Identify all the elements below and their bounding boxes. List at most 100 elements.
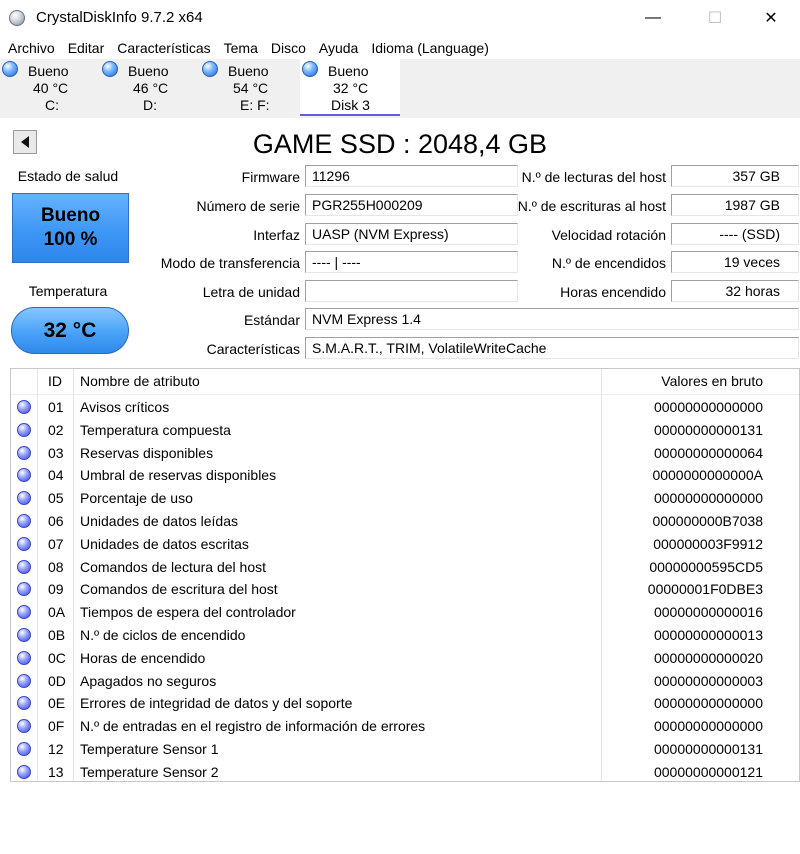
attribute-name: N.º de entradas en el registro de inform… [80, 718, 426, 735]
attribute-id: 09 [48, 581, 64, 598]
standard-field: NVM Express 1.4 [305, 308, 799, 330]
close-button[interactable]: ✕ [748, 0, 794, 36]
table-row[interactable]: 03 Reservas disponibles 00000000000064 [11, 442, 799, 465]
attribute-name: N.º de ciclos de encendido [80, 627, 246, 643]
attribute-id: 07 [48, 535, 64, 552]
status-good-icon [17, 650, 31, 665]
features-label: Características [206, 341, 300, 357]
attribute-id: 08 [48, 558, 64, 575]
attribute-id: 0D [48, 672, 66, 689]
selected-tab-indicator [300, 114, 400, 116]
maximize-button[interactable]: ☐ [692, 0, 738, 36]
table-row[interactable]: 0D Apagados no seguros 00000000000003 [11, 670, 799, 693]
column-header-raw[interactable]: Valores en bruto [603, 369, 763, 394]
attribute-raw-value: 000000003F9912 [653, 535, 763, 552]
attribute-id: 02 [48, 421, 64, 438]
table-row[interactable]: 0A Tiempos de espera del controlador 00000… [11, 601, 799, 624]
table-row[interactable]: 07 Unidades de datos escritas 000000003F99… [11, 533, 799, 556]
menu-idioma[interactable]: Idioma (Language) [364, 38, 495, 58]
disk-title: GAME SSD : 2048,4 GB [252, 129, 548, 159]
features-field: S.M.A.R.T., TRIM, VolatileWriteCache [305, 337, 799, 359]
table-row[interactable]: 04 Umbral de reservas disponibles 00000000… [11, 464, 799, 487]
attribute-raw-value: 00000000000000 [653, 490, 763, 507]
status-good-icon [17, 696, 31, 711]
disk-tab-status: Bueno [128, 63, 169, 79]
table-row[interactable]: 01 Avisos críticos 00000000000000 [11, 396, 799, 419]
attribute-raw-value: 000000000B7038 [652, 513, 763, 529]
menu-archivo[interactable]: Archivo [1, 38, 61, 58]
table-row[interactable]: 0C Horas de encendido 00000000000020 [11, 647, 799, 670]
menu-editar[interactable]: Editar [61, 38, 111, 58]
interface-field: UASP (NVM Express) [305, 223, 518, 245]
standard-label: Estándar [243, 312, 300, 328]
attribute-raw-value: 00000000000000 [653, 399, 763, 415]
attribute-name: Unidades de datos leídas [80, 513, 238, 529]
attribute-id: 04 [48, 467, 64, 484]
table-row[interactable]: 09 Comandos de escritura del host 00000001… [11, 578, 799, 601]
disk-tab-temp: 54 °C [233, 80, 269, 96]
attribute-raw-value: 00000000000013 [653, 627, 763, 643]
transfer-mode-label: Modo de transferencia [160, 255, 300, 271]
menu-caracteristicas[interactable]: Características [110, 38, 216, 58]
attribute-name: Comandos de escritura del host [80, 581, 278, 598]
attribute-name: Temperature Sensor 1 [80, 741, 219, 757]
attribute-raw-value: 00000000000131 [653, 421, 763, 438]
header-divider [11, 394, 799, 395]
disk-tab-disk3[interactable]: Bueno 32 °C Disk 3 [300, 59, 400, 116]
table-row[interactable]: 08 Comandos de lectura del host 0000000059… [11, 556, 799, 579]
attribute-raw-value: 00000000000016 [653, 604, 763, 621]
disk-tab-ef[interactable]: Bueno 54 °C E: F: [200, 59, 300, 116]
host-reads-field: 357 GB [671, 165, 799, 187]
serial-field: PGR255H000209 [305, 194, 518, 216]
attribute-raw-value: 00000000000020 [653, 649, 763, 666]
temperature-badge[interactable]: 32 °C [11, 307, 129, 354]
table-row[interactable]: 0E Errores de integridad de datos y del s… [11, 692, 799, 715]
app-icon [9, 10, 25, 26]
power-on-hours-field: 32 horas [671, 280, 799, 302]
minimize-button[interactable]: — [630, 0, 676, 36]
status-good-icon [17, 491, 31, 506]
column-header-name[interactable]: Nombre de atributo [80, 369, 200, 394]
menu-tema[interactable]: Tema [217, 38, 264, 58]
disk-tab-drive: D: [143, 97, 157, 113]
status-good-icon [17, 445, 31, 460]
interface-label: Interfaz [253, 227, 300, 243]
column-header-id[interactable]: ID [48, 369, 62, 394]
table-row[interactable]: 02 Temperatura compuesta 00000000000131 [11, 419, 799, 442]
menu-ayuda[interactable]: Ayuda [312, 38, 364, 58]
smart-attribute-table[interactable]: ID Nombre de atributo Valores en bruto 0… [10, 368, 800, 782]
table-row[interactable]: 0B N.º de ciclos de encendido 000000000000… [11, 624, 799, 647]
attribute-id: 0A [48, 604, 66, 621]
table-row[interactable]: 12 Temperature Sensor 1 00000000000131 [11, 738, 799, 761]
status-good-icon [17, 764, 31, 779]
attribute-name: Temperatura compuesta [80, 421, 231, 438]
attribute-id: 03 [48, 444, 64, 461]
attribute-raw-value: 00000000000000 [653, 718, 763, 735]
disk-tab-d[interactable]: Bueno 46 °C D: [100, 59, 200, 116]
attribute-id: 13 [48, 763, 64, 780]
table-row[interactable]: 13 Temperature Sensor 2 00000000000121 [11, 761, 799, 781]
serial-label: Número de serie [196, 198, 301, 214]
disk-tab-drive: Disk 3 [331, 97, 370, 113]
attribute-raw-value: 00000000000003 [653, 672, 763, 689]
table-row[interactable]: 0F N.º de entradas en el registro de info… [11, 715, 799, 738]
attribute-name: Avisos críticos [80, 399, 170, 415]
disk-tab-status: Bueno [328, 63, 369, 79]
attribute-name: Unidades de datos escritas [80, 535, 249, 552]
attribute-name: Comandos de lectura del host [80, 558, 266, 575]
previous-disk-button[interactable] [13, 130, 37, 154]
attribute-raw-value: 0000000000000A [652, 467, 763, 484]
menu-disco[interactable]: Disco [264, 38, 312, 58]
table-row[interactable]: 05 Porcentaje de uso 00000000000000 [11, 487, 799, 510]
rotation-speed-field: ---- (SSD) [671, 223, 799, 245]
power-on-hours-label: Horas encendido [560, 284, 666, 300]
attribute-raw-value: 00000000000000 [653, 695, 763, 712]
disk-tab-c[interactable]: Bueno 40 °C C: [0, 59, 100, 116]
power-on-count-field: 19 veces [671, 251, 799, 273]
attribute-name: Tiempos de espera del controlador [80, 604, 296, 621]
table-row[interactable]: 06 Unidades de datos leídas 000000000B7038 [11, 510, 799, 533]
health-status-badge[interactable]: Bueno 100 % [12, 193, 129, 263]
power-on-count-label: N.º de encendidos [551, 255, 666, 271]
attribute-name: Porcentaje de uso [80, 490, 193, 507]
host-reads-label: N.º de lecturas del host [521, 169, 666, 185]
